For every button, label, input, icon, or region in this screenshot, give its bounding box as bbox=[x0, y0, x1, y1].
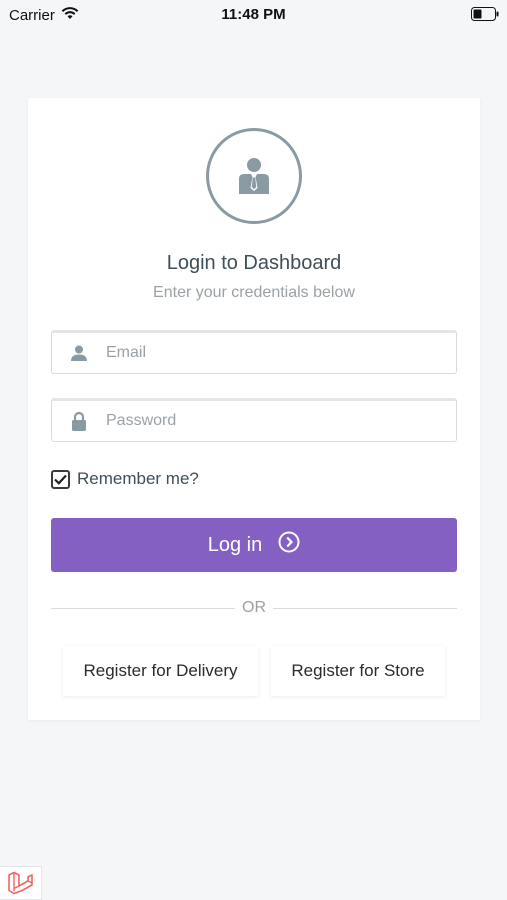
email-field[interactable] bbox=[51, 330, 457, 374]
remember-label: Remember me? bbox=[77, 469, 199, 488]
clock: 11:48 PM bbox=[221, 6, 286, 23]
remember-me[interactable]: Remember me? bbox=[51, 469, 199, 489]
login-card: Login to Dashboard Enter your credential… bbox=[28, 98, 480, 720]
user-tie-icon bbox=[206, 128, 302, 224]
battery-icon bbox=[471, 7, 499, 25]
password-input[interactable] bbox=[106, 412, 456, 430]
login-button[interactable]: Log in bbox=[51, 518, 457, 572]
divider-line-right bbox=[273, 608, 457, 609]
login-title: Login to Dashboard bbox=[166, 252, 342, 274]
status-bar: Carrier 11:48 PM bbox=[0, 0, 507, 30]
chevron-right-circle-icon bbox=[278, 531, 300, 559]
register-delivery-button[interactable]: Register for Delivery bbox=[63, 646, 258, 696]
email-input[interactable] bbox=[106, 344, 456, 362]
password-field[interactable] bbox=[51, 398, 457, 442]
login-screen: Carrier 11:48 PM Login to Dashboard Ente… bbox=[0, 0, 507, 900]
user-icon bbox=[52, 345, 106, 361]
remember-checkbox[interactable] bbox=[51, 469, 70, 489]
laravel-logo-icon[interactable] bbox=[0, 866, 42, 900]
login-subtitle: Enter your credentials below bbox=[153, 284, 355, 301]
lock-icon bbox=[52, 411, 106, 431]
register-store-button[interactable]: Register for Store bbox=[271, 646, 445, 696]
login-button-label: Log in bbox=[207, 533, 263, 556]
or-divider: OR bbox=[51, 598, 457, 618]
